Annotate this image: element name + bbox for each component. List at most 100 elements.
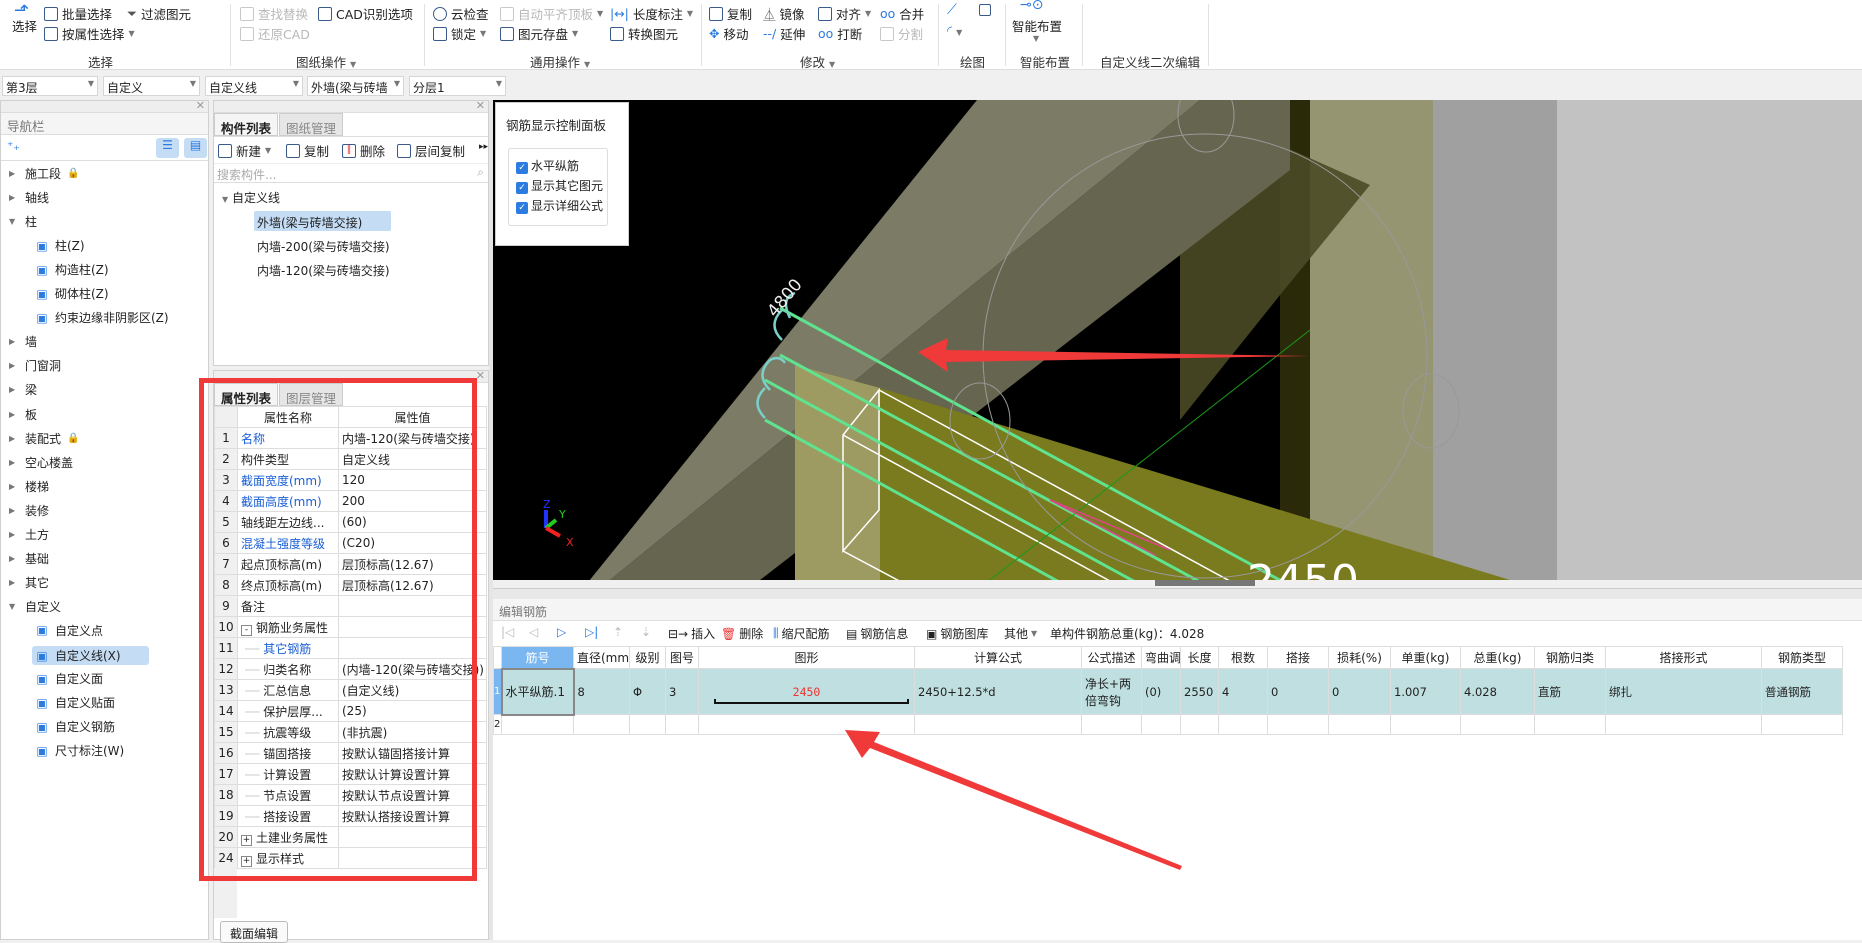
sidebar-item[interactable]: ▶ 土方 xyxy=(9,526,49,543)
insert-button[interactable]: ⊟→ 插入 xyxy=(668,625,715,642)
next-record-icon[interactable]: ▷ xyxy=(557,625,566,639)
column-header[interactable]: 钢筋类型 xyxy=(1761,646,1843,669)
column-header[interactable]: 总重(kg) xyxy=(1460,646,1535,669)
3d-viewport[interactable]: 4800 2450 Z Y X 钢筋显示控制面板 ✓水平纵筋 ✓显示其它图元 ✓显示… xyxy=(493,100,1862,580)
scale-rebar-button[interactable]: ⫼ 缩尺配筋 xyxy=(773,625,830,642)
tab-drawing-management[interactable]: 图纸管理 xyxy=(279,113,344,136)
cloud-check-button[interactable]: 云检查 xyxy=(433,4,489,23)
checkbox-checked-icon[interactable]: ✓ xyxy=(516,162,528,174)
sidebar-item[interactable]: ▶ 基础 xyxy=(9,550,49,567)
filter-elements-button[interactable]: ⏷ 过滤图元 xyxy=(127,4,191,23)
sidebar-item[interactable]: ▣ 自定义钢筋 xyxy=(35,718,115,735)
other-menu-button[interactable]: 其他 ▼ xyxy=(1004,625,1037,642)
component-item[interactable]: 内墙-200(梁与砖墙交接) xyxy=(257,238,390,255)
sidebar-item[interactable]: ▶ 装配式 🔒 xyxy=(9,430,79,447)
sidebar-item[interactable]: ▣ 柱(Z) xyxy=(35,237,84,254)
close-icon[interactable]: ✕ xyxy=(476,369,485,382)
chevron-down-icon[interactable]: ▼ xyxy=(9,217,19,226)
close-icon[interactable]: ✕ xyxy=(196,99,205,112)
sidebar-item[interactable]: ▶ 其它 xyxy=(9,574,49,591)
sidebar-item[interactable]: ▣ 尺寸标注(W) xyxy=(35,742,124,759)
new-button[interactable]: 新建 ▼ xyxy=(218,141,271,160)
sidebar-item[interactable]: ▶ 施工段 🔒 xyxy=(9,165,79,182)
mirror-button[interactable]: ⏅ 镜像 xyxy=(763,4,805,23)
sidebar-item[interactable]: ▣ 砌体柱(Z) xyxy=(35,285,108,302)
sidebar-item[interactable]: ▶ 空心楼盖 xyxy=(9,454,73,471)
sparkle-icon[interactable]: ⁺₊ xyxy=(7,139,20,153)
sidebar-item[interactable]: ▣ 约束边缘非阴影区(Z) xyxy=(35,309,168,326)
checkbox-checked-icon[interactable]: ✓ xyxy=(516,182,528,194)
chevron-right-icon[interactable]: ▶ xyxy=(9,410,19,419)
move-down-icon[interactable]: ⇣ xyxy=(641,625,651,639)
more-icon[interactable]: ▸▸ xyxy=(479,142,488,152)
component-item[interactable]: 外墙(梁与砖墙交接) xyxy=(254,211,391,231)
cad-options-button[interactable]: CAD识别选项 xyxy=(318,4,413,23)
column-header[interactable]: 直径(mm) xyxy=(573,646,630,669)
break-button[interactable]: oo 打断 xyxy=(818,24,862,43)
type-combo[interactable]: 自定义线 ▼ xyxy=(205,76,303,96)
layer-combo[interactable]: 分层1 ▼ xyxy=(409,76,506,96)
arc-draw-icon[interactable]: ◜ ▼ xyxy=(947,24,962,39)
lock-button[interactable]: 锁定 ▼ xyxy=(433,24,486,43)
sidebar-item[interactable]: ▶ 轴线 xyxy=(9,189,49,206)
sidebar-item[interactable]: ▶ 楼梯 xyxy=(9,478,49,495)
chevron-right-icon[interactable]: ▶ xyxy=(9,482,19,491)
copy-button[interactable]: 复制 xyxy=(709,4,752,23)
rebar-row[interactable]: 1 水平纵筋.1 8 Φ 3 2450 2450+12.5*d 净长+两倍弯钩 (0) 2550 4… xyxy=(493,667,1843,716)
chevron-right-icon[interactable]: ▶ xyxy=(9,361,19,370)
sidebar-item[interactable]: ▶ 梁 xyxy=(9,381,37,398)
smart-layout-button[interactable]: 智能布置 xyxy=(1012,16,1062,35)
previous-record-icon[interactable]: ◁ xyxy=(529,625,538,639)
move-up-icon[interactable]: ⇡ xyxy=(613,625,623,639)
floor-combo[interactable]: 第3层 ▼ xyxy=(2,76,98,96)
sidebar-item[interactable]: ▣ 自定义贴面 xyxy=(35,694,115,711)
copy-component-button[interactable]: 复制 xyxy=(286,141,329,160)
column-header[interactable]: 计算公式 xyxy=(914,646,1082,669)
sidebar-item[interactable]: ▶ 墙 xyxy=(9,333,37,350)
detail-view-icon[interactable]: ▤ xyxy=(184,138,207,158)
column-header[interactable]: 搭接 xyxy=(1267,646,1329,669)
floor-copy-button[interactable]: 层间复制 xyxy=(397,141,465,160)
component-combo[interactable]: 外墙(梁与砖墙3▼ xyxy=(307,76,404,96)
close-icon[interactable]: ✕ xyxy=(476,99,485,112)
splitter-handle[interactable] xyxy=(1155,580,1255,586)
select-button[interactable]: 选择 xyxy=(12,16,37,35)
split-button[interactable]: 分割 xyxy=(880,24,923,43)
auto-align-slab-button[interactable]: 自动平齐顶板 ▼ xyxy=(500,4,603,23)
column-header[interactable]: 图号 xyxy=(665,646,699,669)
chevron-right-icon[interactable]: ▶ xyxy=(9,434,19,443)
tab-component-list[interactable]: 构件列表 xyxy=(214,113,279,136)
restore-cad-button[interactable]: 还原CAD xyxy=(240,24,310,43)
category-combo[interactable]: 自定义 ▼ xyxy=(103,76,200,96)
sidebar-item[interactable]: ▼ 自定义 xyxy=(9,598,61,615)
tree-group-custom-line[interactable]: ▼ 自定义线 xyxy=(222,189,280,206)
chevron-right-icon[interactable]: ▶ xyxy=(9,337,19,346)
list-view-icon[interactable]: ☰ xyxy=(156,138,179,158)
attribute-select-button[interactable]: 按属性选择 ▼ xyxy=(44,24,135,43)
column-header[interactable]: 搭接形式 xyxy=(1605,646,1762,669)
convert-elements-button[interactable]: 转换图元 xyxy=(610,24,678,43)
checkbox-checked-icon[interactable]: ✓ xyxy=(516,202,528,214)
column-header[interactable]: 长度 xyxy=(1180,646,1219,669)
first-record-icon[interactable]: |◁ xyxy=(501,625,514,639)
column-header[interactable]: 级别 xyxy=(629,646,666,669)
sidebar-item[interactable]: ▶ 装修 xyxy=(9,502,49,519)
column-header[interactable]: 公式描述 xyxy=(1081,646,1142,669)
search-component-input[interactable]: 搜索构件... ⌕ xyxy=(214,163,488,183)
find-replace-button[interactable]: 查找替换 xyxy=(240,4,308,23)
rebar-info-button[interactable]: ▤ 钢筋信息 xyxy=(846,625,908,642)
column-header[interactable]: 图形 xyxy=(698,646,915,669)
chevron-right-icon[interactable]: ▶ xyxy=(9,506,19,515)
chevron-right-icon[interactable]: ▶ xyxy=(9,385,19,394)
rebar-row[interactable]: 2 xyxy=(493,714,1843,735)
chevron-down-icon[interactable]: ▼ xyxy=(9,602,19,611)
column-header[interactable]: 弯曲调整 xyxy=(1141,646,1181,669)
extend-button[interactable]: --/延伸 xyxy=(763,24,805,43)
column-header[interactable]: 根数 xyxy=(1218,646,1268,669)
column-header[interactable]: 钢筋归类 xyxy=(1534,646,1606,669)
sidebar-item[interactable]: ▣ 自定义点 xyxy=(35,622,103,639)
last-record-icon[interactable]: ▷| xyxy=(585,625,598,639)
length-dimension-button[interactable]: |↔| 长度标注 ▼ xyxy=(610,4,693,23)
save-elements-button[interactable]: 图元存盘 ▼ xyxy=(500,24,578,43)
delete-rebar-button[interactable]: 🗑 删除 xyxy=(721,625,763,642)
